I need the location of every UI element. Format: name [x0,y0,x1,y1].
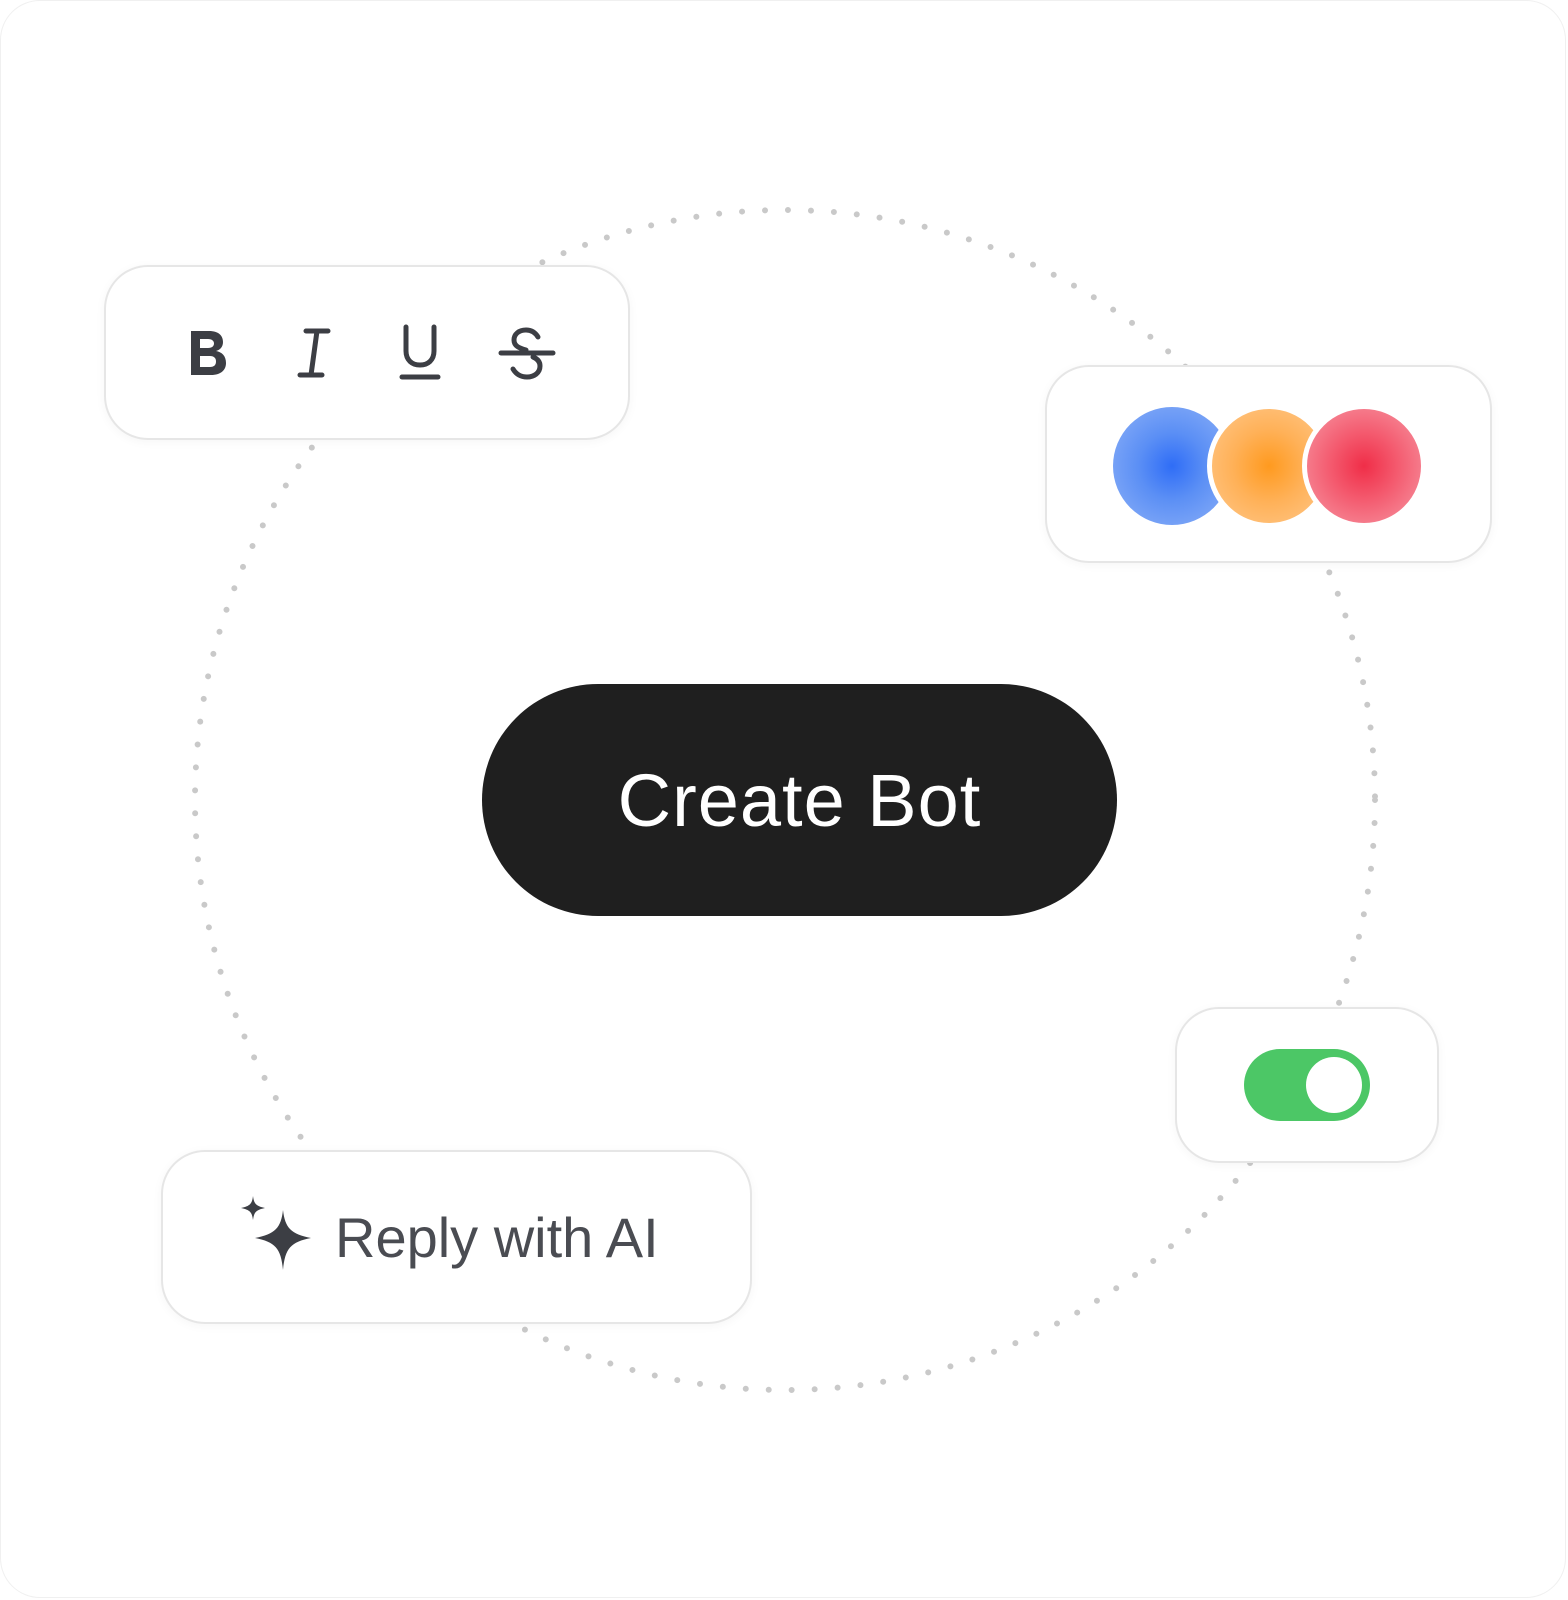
sparkle-icon [241,1196,311,1270]
bold-icon[interactable] [175,321,239,385]
strikethrough-icon[interactable] [495,321,559,385]
reply-with-ai-label: Reply with AI [335,1205,659,1269]
italic-icon[interactable] [282,321,346,385]
reply-with-ai-button[interactable]: Reply with AI [161,1150,752,1324]
toggle-knob [1306,1057,1362,1113]
toggle-switch[interactable] [1244,1049,1370,1121]
color-swatch-picker [1045,365,1492,563]
toggle-card [1175,1007,1439,1163]
create-bot-button[interactable]: Create Bot [482,684,1117,916]
red-swatch[interactable] [1302,404,1426,528]
text-formatting-toolbar [104,265,630,440]
underline-icon[interactable] [388,321,452,385]
